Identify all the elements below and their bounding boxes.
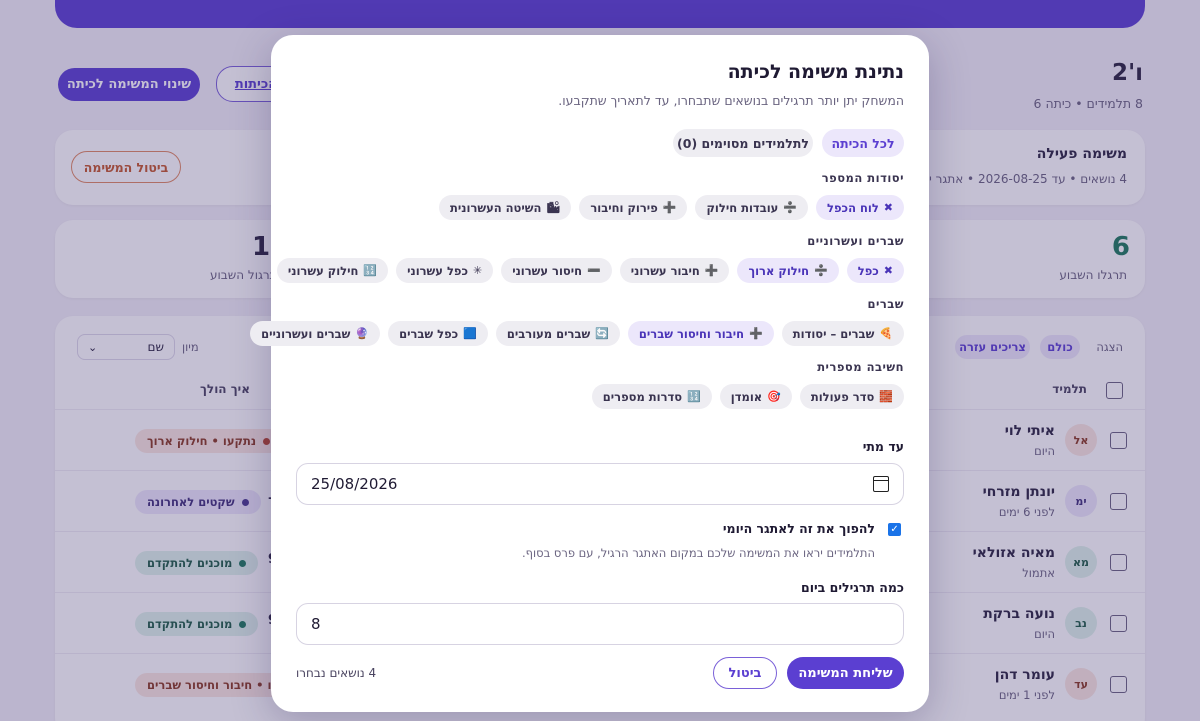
topic-label: פירוק וחיבור — [590, 200, 658, 215]
topic-chip[interactable]: 🍕 שברים – יסודות — [781, 321, 904, 346]
topic-icon: ✳ — [472, 264, 483, 277]
topic-icon: ➕ — [749, 327, 763, 340]
topic-label: סדרות מספרים — [602, 389, 683, 404]
modal-title: נתינת משימה לכיתה — [727, 61, 904, 83]
audience-all-button[interactable]: לכל הכיתה — [822, 129, 904, 157]
modal-subtitle: המשחק יתן יותר תרגילים בנושאים שתבחרו, ע… — [558, 93, 904, 108]
topic-icon: ➕ — [662, 201, 677, 214]
topic-chip[interactable]: 🔢 סדרות מספרים — [591, 384, 712, 409]
send-task-button[interactable]: שליחת המשימה — [787, 657, 904, 689]
topic-icon: ✖ — [883, 264, 893, 277]
until-date-input[interactable]: 25/08/2026 — [296, 463, 904, 505]
daily-challenge-checkbox[interactable]: ✓ — [888, 523, 901, 536]
topic-chips: 🍕 שברים – יסודות ➕ חיבור וחיסור שברים 🔄 שברים… — [250, 321, 904, 346]
topic-chips: ✖ לוח הכפל ➗ עובדות חילוק ➕ פירוק וחיבור 🏙 השיט… — [439, 195, 904, 220]
until-date-value: 25/08/2026 — [311, 475, 398, 493]
topic-label: שברים ועשרוניים — [261, 326, 351, 341]
topic-chip[interactable]: 🎯 אומדן — [719, 384, 792, 409]
topic-label: שברים – יסודות — [792, 326, 875, 341]
daily-challenge-label[interactable]: להפוך את זה לאתגר היומי — [723, 521, 875, 536]
topic-chip[interactable]: ➕ פירוק וחיבור — [579, 195, 688, 220]
topic-icon: 🍕 — [879, 327, 893, 340]
topic-icon: 🧱 — [879, 390, 893, 403]
topic-chip[interactable]: ✖ לוח הכפל — [816, 195, 904, 220]
cancel-button[interactable]: ביטול — [713, 657, 777, 689]
per-day-value: 8 — [311, 615, 321, 633]
topic-icon: ➗ — [814, 264, 828, 277]
topic-icon: 🔢 — [363, 264, 378, 277]
topic-chip[interactable]: 🔄 שברים מעורבים — [495, 321, 620, 346]
topic-label: עובדות חילוק — [706, 200, 779, 215]
topic-group-title: שברים — [867, 297, 904, 311]
topic-icon: ➖ — [587, 264, 601, 277]
daily-challenge-help: התלמידים יראו את המשימה שלכם במקום האתגר… — [521, 546, 875, 560]
topic-chip[interactable]: ✖ כפל — [846, 258, 904, 283]
topic-icon: 🔢 — [687, 390, 701, 403]
topic-label: חיסור עשרוני — [512, 263, 583, 278]
topic-label: חיבור עשרוני — [630, 263, 700, 278]
topic-icon: 🟦 — [463, 327, 477, 340]
topic-chip[interactable]: 🔢 חילוק עשרוני — [276, 258, 389, 283]
audience-some-button[interactable]: לתלמידים מסוימים (0) — [673, 129, 813, 157]
per-day-input[interactable]: 8 — [296, 603, 904, 645]
topic-label: חיבור וחיסור שברים — [638, 326, 745, 341]
until-label: עד מתי — [862, 439, 904, 454]
topic-icon: 🎯 — [767, 390, 781, 403]
topic-icon: ➗ — [783, 201, 798, 214]
topic-chip[interactable]: 🧱 סדר פעולות — [799, 384, 904, 409]
topic-chip[interactable]: 🟦 כפל שברים — [388, 321, 488, 346]
topic-label: חילוק עשרוני — [287, 263, 359, 278]
topic-icon: 🔮 — [355, 327, 370, 340]
topic-icon: 🏙 — [546, 201, 561, 214]
topic-chip[interactable]: ✳ כפל עשרוני — [396, 258, 494, 283]
topic-chip[interactable]: ➗ חילוק ארוך — [737, 258, 839, 283]
topic-chip[interactable]: ➗ עובדות חילוק — [695, 195, 809, 220]
topic-chip[interactable]: 🔮 שברים ועשרוניים — [250, 321, 381, 346]
topic-group-title: חשיבה מספרית — [817, 360, 904, 374]
topic-label: כפל — [857, 263, 879, 278]
topic-label: כפל שברים — [399, 326, 459, 341]
calendar-icon[interactable] — [873, 476, 889, 492]
topic-label: השיטה העשרונית — [450, 200, 542, 215]
topic-label: כפל עשרוני — [407, 263, 468, 278]
topic-chip[interactable]: ➕ חיבור עשרוני — [619, 258, 730, 283]
topic-chip[interactable]: ➕ חיבור וחיסור שברים — [627, 321, 774, 346]
per-day-label: כמה תרגילים ביום — [801, 580, 904, 595]
topic-chips: ✖ כפל ➗ חילוק ארוך ➕ חיבור עשרוני ➖ חיסור עשרונ… — [276, 258, 904, 283]
topic-label: חילוק ארוך — [748, 263, 810, 278]
topic-chip[interactable]: 🏙 השיטה העשרונית — [439, 195, 572, 220]
topic-group-title: יסודות המספר — [821, 171, 904, 185]
topic-icon: ✖ — [883, 201, 893, 214]
topic-chips: 🧱 סדר פעולות 🎯 אומדן 🔢 סדרות מספרים — [591, 384, 904, 409]
topic-chip[interactable]: ➖ חיסור עשרוני — [501, 258, 612, 283]
topic-label: אומדן — [730, 389, 763, 404]
assign-task-modal: נתינת משימה לכיתה המשחק יתן יותר תרגילים… — [250, 35, 929, 712]
topic-label: לוח הכפל — [827, 200, 879, 215]
topic-label: סדר פעולות — [810, 389, 875, 404]
topic-icon: ➕ — [704, 264, 719, 277]
selected-topics-count: 4 נושאים נבחרו — [296, 666, 377, 680]
topic-icon: 🔄 — [595, 327, 609, 340]
topic-group-title: שברים ועשרוניים — [807, 234, 904, 248]
topic-label: שברים מעורבים — [506, 326, 591, 341]
